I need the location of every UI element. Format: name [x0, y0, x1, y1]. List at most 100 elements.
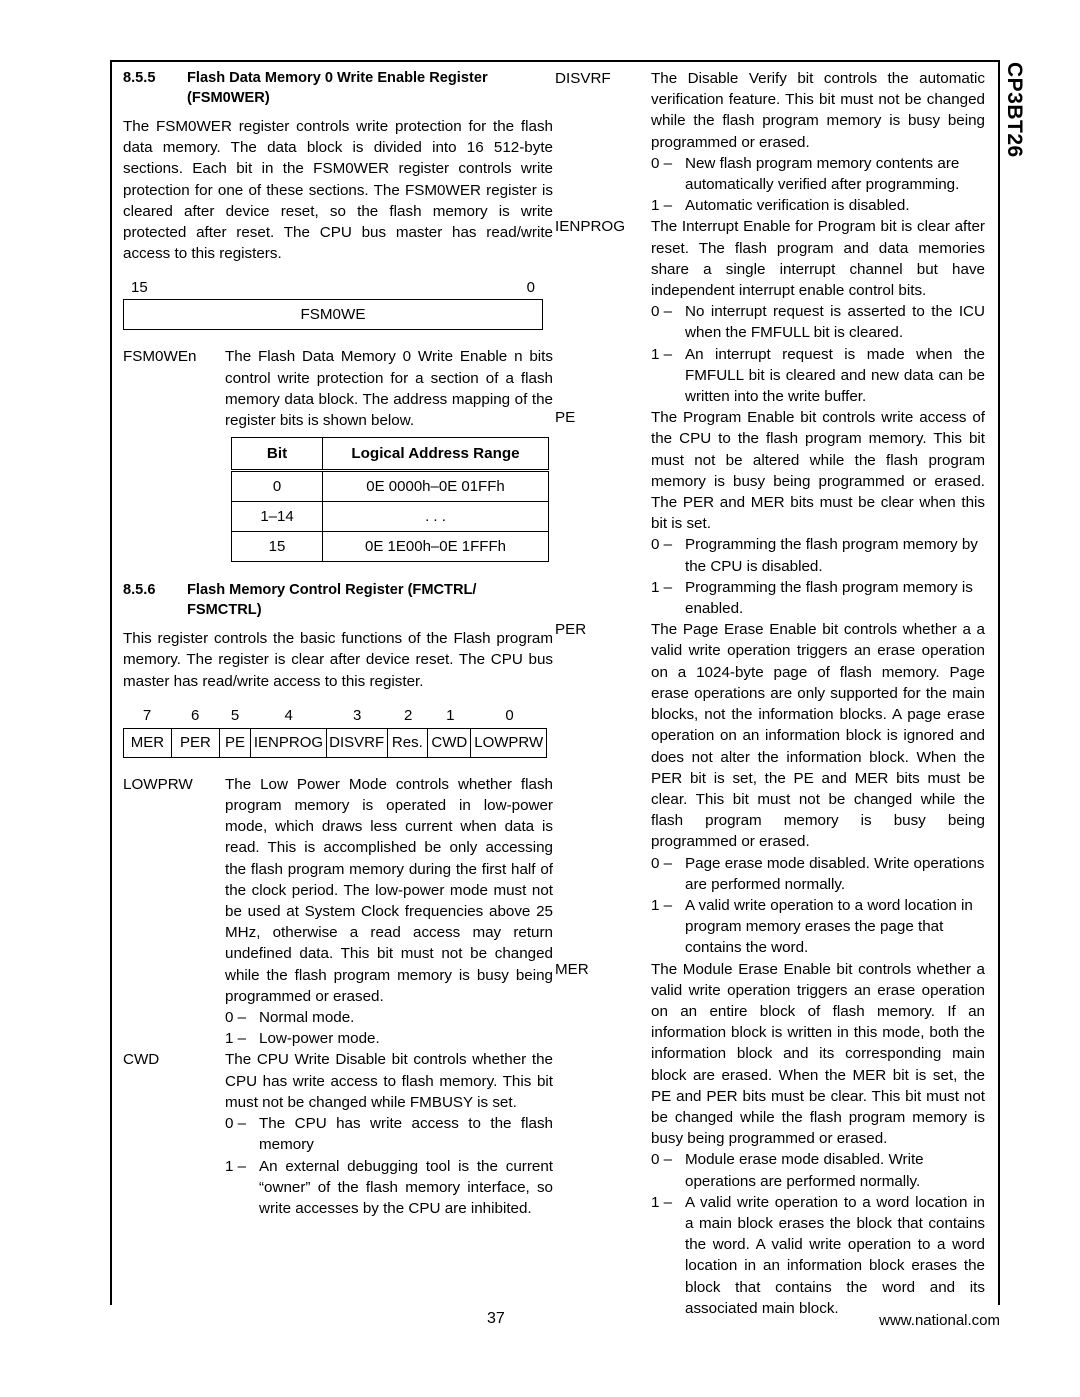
bit-value-disvrf-1: 1 – Automatic verification is disabled. — [651, 195, 985, 216]
right-column: DISVRF The Disable Verify bit controls t… — [555, 68, 985, 1319]
bit-value-key: 0 – — [651, 1151, 673, 1169]
bit-value-text: Low-power mode. — [259, 1030, 380, 1048]
left-column: 8.5.5 Flash Data Memory 0 Write Enable R… — [123, 68, 553, 1219]
definition-text-disvrf: The Disable Verify bit controls the auto… — [651, 68, 985, 216]
fmctrl-field-reserved: Res. — [388, 728, 429, 757]
bit-value-text: Programming the flash program memory by … — [685, 536, 978, 575]
footer-website-url: www.national.com — [879, 1312, 1000, 1329]
section-title-856-line1: Flash Memory Control Register (FMCTRL/ — [187, 582, 477, 599]
bit-value-mer-1: 1 – A valid write operation to a word lo… — [651, 1192, 985, 1319]
bit-value-key: 0 – — [225, 1115, 247, 1133]
fmctrl-bit-numbers: 7 6 5 4 3 2 1 0 — [123, 706, 547, 728]
definition-text-cwd: The CPU Write Disable bit controls wheth… — [225, 1049, 553, 1219]
definition-label-per: PER — [555, 621, 587, 639]
fmctrl-field-mer: MER — [124, 728, 172, 757]
fsm0wer-field-name: FSM0WE — [300, 306, 366, 324]
fmctrl-bit-number-5: 5 — [230, 706, 240, 724]
definition-per: PER The Page Erase Enable bit controls w… — [555, 619, 985, 958]
fmctrl-bit-number-1: 1 — [446, 706, 455, 724]
fmctrl-bit-number-7: 7 — [142, 706, 152, 724]
bit-value-text: Automatic verification is disabled. — [685, 197, 910, 215]
document-side-title: CP3BT26 — [1003, 62, 1026, 158]
fmctrl-bit-number-4: 4 — [284, 706, 293, 724]
definition-description-disvrf: The Disable Verify bit controls the auto… — [651, 70, 985, 151]
definition-fsm0wen: FSM0WEn The Flash Data Memory 0 Write En… — [123, 346, 553, 431]
table-row: 0 0E 0000h–0E 01FFh — [231, 470, 549, 503]
definition-mer: MER The Module Erase Enable bit controls… — [555, 959, 985, 1319]
fsm0wer-bit-numbers: 15 0 — [123, 278, 543, 299]
definition-description-lowprw: The Low Power Mode controls whether flas… — [225, 775, 553, 1005]
column-header-bit: Bit — [231, 437, 323, 473]
bit-value-key: 1 – — [651, 197, 673, 215]
definition-text-lowprw: The Low Power Mode controls whether flas… — [225, 774, 553, 1050]
bit-value-text: Page erase mode disabled. Write operatio… — [685, 854, 985, 893]
definition-description-fsm0wen: The Flash Data Memory 0 Write Enable n b… — [225, 348, 553, 430]
definition-label-pe: PE — [555, 409, 576, 427]
bit-value-key: 0 – — [651, 854, 673, 872]
cell-address-range: 0E 0000h–0E 01FFh — [322, 470, 549, 503]
section-heading-855: 8.5.5 Flash Data Memory 0 Write Enable R… — [123, 68, 553, 108]
fsm0wer-register-diagram: 15 0 FSM0WE — [123, 278, 553, 331]
definition-description-mer: The Module Erase Enable bit controls whe… — [651, 960, 985, 1148]
cell-address-range: . . . — [322, 501, 549, 533]
definition-lowprw: LOWPRW The Low Power Mode controls wheth… — [123, 774, 553, 1050]
fmctrl-field-lowprw: LOWPRW — [474, 734, 544, 752]
bit-value-key: 1 – — [651, 345, 673, 363]
definition-text-pe: The Program Enable bit controls write ac… — [651, 407, 985, 619]
fmctrl-field-ienprog: IENPROG — [251, 728, 327, 757]
definition-label-fsm0wen: FSM0WEn — [123, 348, 197, 366]
section-number-856: 8.5.6 — [123, 582, 156, 599]
bit-value-text: A valid write operation to a word locati… — [685, 896, 973, 957]
bit-value-key: 1 – — [651, 1193, 673, 1211]
bit-value-per-1: 1 – A valid write operation to a word lo… — [651, 895, 985, 959]
definition-label-cwd: CWD — [123, 1051, 160, 1069]
fmctrl-field-disvrf: DISVRF — [327, 728, 388, 757]
logical-address-range-table: Bit Logical Address Range 0 0E 0000h–0E … — [231, 437, 549, 563]
fmctrl-field-cwd: CWD — [428, 728, 472, 757]
section-number-855: 8.5.5 — [123, 70, 156, 86]
definition-label-ienprog: IENPROG — [555, 218, 626, 236]
cell-bit: 15 — [231, 531, 323, 563]
bit-value-key: 0 – — [225, 1009, 247, 1027]
bit-value-key: 1 – — [651, 578, 673, 596]
definition-description-per: The Page Erase Enable bit controls wheth… — [651, 621, 985, 851]
bit-value-pe-1: 1 – Programming the flash program memory… — [651, 577, 985, 619]
section-title-855-line2: (FSM0WER) — [187, 90, 270, 106]
fmctrl-bit-number-3: 3 — [353, 706, 362, 724]
bit-value-text: New flash program memory contents are au… — [685, 154, 960, 194]
bit-value-key: 1 – — [651, 896, 673, 914]
bit-value-text: Normal mode. — [259, 1009, 355, 1027]
definition-disvrf: DISVRF The Disable Verify bit controls t… — [555, 68, 985, 216]
bit-value-text: Programming the flash program memory is … — [685, 578, 973, 618]
definition-description-ienprog: The Interrupt Enable for Program bit is … — [651, 218, 985, 300]
bit-value-cwd-0: 0 – The CPU has write access to the flas… — [225, 1113, 553, 1155]
fmctrl-register-diagram: 7 6 5 4 3 2 1 0 MER PER PE IENPROG DISVR… — [123, 706, 547, 758]
bit-value-text: A valid write operation to a word locati… — [685, 1193, 985, 1317]
table-header-row: Bit Logical Address Range — [231, 437, 549, 473]
footer-page-number: 37 — [487, 1310, 505, 1327]
definition-text-per: The Page Erase Enable bit controls wheth… — [651, 619, 985, 958]
definition-text-mer: The Module Erase Enable bit controls whe… — [651, 959, 985, 1319]
bit-value-text: Module erase mode disabled. Write operat… — [685, 1151, 924, 1190]
table-row: 15 0E 1E00h–0E 1FFFh — [231, 531, 549, 563]
fmctrl-bit-number-0: 0 — [505, 706, 514, 724]
cell-address-range: 0E 1E00h–0E 1FFFh — [322, 531, 549, 563]
section-855-intro-paragraph: The FSM0WER register controls write prot… — [123, 118, 553, 263]
fmctrl-field-pe: PE — [220, 728, 252, 757]
bit-value-per-0: 0 – Page erase mode disabled. Write oper… — [651, 853, 985, 895]
bit-value-lowprw-0: 0 – Normal mode. — [225, 1007, 553, 1028]
bit-value-disvrf-0: 0 – New flash program memory contents ar… — [651, 153, 985, 195]
fmctrl-field-per: PER — [172, 728, 220, 757]
fmctrl-field-boxes: MER PER PE IENPROG DISVRF Res. CWD LOWPR… — [123, 727, 547, 758]
bit-value-key: 0 – — [651, 154, 673, 172]
definition-label-disvrf: DISVRF — [555, 70, 611, 87]
definition-text-fsm0wen: The Flash Data Memory 0 Write Enable n b… — [225, 346, 553, 431]
section-title-856-line2: FSMCTRL) — [187, 602, 262, 619]
definition-description-pe: The Program Enable bit controls write ac… — [651, 409, 985, 533]
bit-value-lowprw-1: 1 – Low-power mode. — [225, 1028, 553, 1049]
definition-description-cwd: The CPU Write Disable bit controls wheth… — [225, 1051, 553, 1111]
bit-value-text: The CPU has write access to the flash me… — [259, 1115, 553, 1154]
bit-value-cwd-1: 1 – An external debugging tool is the cu… — [225, 1156, 553, 1220]
bit-value-key: 0 – — [651, 303, 673, 321]
bit-value-text: An external debugging tool is the curren… — [259, 1157, 553, 1217]
